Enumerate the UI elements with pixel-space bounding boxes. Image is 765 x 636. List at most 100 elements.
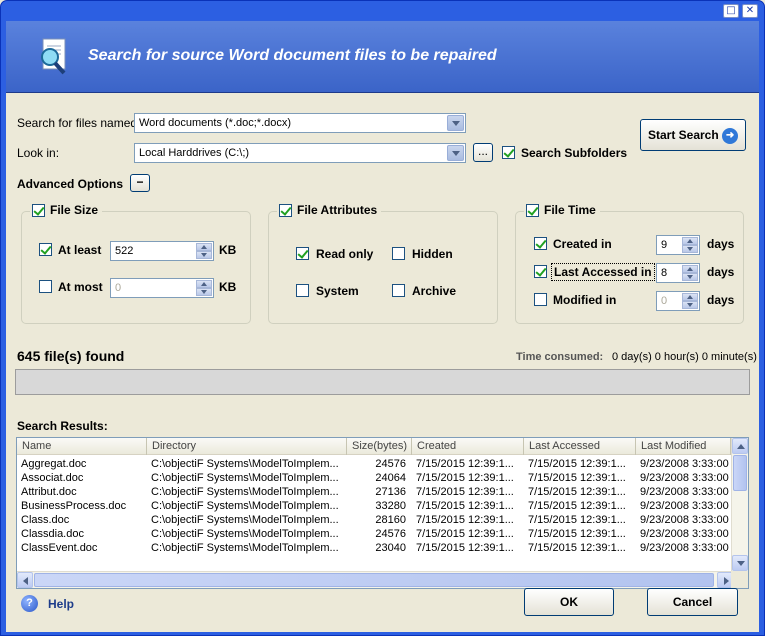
table-row[interactable]: BusinessProcess.doc C:\objectiF Systems\M… [17,499,731,513]
created-checkbox[interactable] [534,237,547,250]
time-consumed-value: 0 day(s) 0 hour(s) 0 minute(s) [612,351,757,363]
spin-up-icon[interactable] [196,243,212,251]
files-named-label: Search for files named: [17,116,141,130]
start-search-button[interactable]: Start Search ➜ [640,119,746,151]
table-cell: BusinessProcess.doc [21,500,127,512]
scroll-down-icon[interactable] [732,555,748,571]
banner: Search for source Word document files to… [6,21,759,93]
accessed-checkbox[interactable] [534,265,547,278]
modified-input[interactable]: 0 [656,291,700,311]
table-cell: 7/15/2015 12:39:1... [416,528,514,540]
table-cell: 7/15/2015 12:39:1... [528,500,626,512]
files-named-combo[interactable]: Word documents (*.doc;*.docx) [134,113,466,133]
table-cell: 9/23/2008 3:33:00 [640,458,729,470]
hidden-checkbox[interactable] [392,247,405,260]
spin-up-icon[interactable] [196,280,212,288]
column-header-directory[interactable]: Directory [147,438,347,455]
at-least-input[interactable]: 522 [110,241,214,261]
accessed-unit: days [707,265,735,279]
created-input[interactable]: 9 [656,235,700,255]
system-label: System [316,284,359,298]
read-only-checkbox[interactable] [296,247,309,260]
dialog-client: Search for source Word document files to… [6,21,759,632]
scroll-left-icon[interactable] [17,572,33,588]
spin-down-icon[interactable] [682,301,698,309]
archive-checkbox[interactable] [392,284,405,297]
table-cell: C:\objectiF Systems\ModelToImplem... [151,542,339,554]
column-header-name[interactable]: Name [17,438,147,455]
at-most-checkbox[interactable] [39,280,52,293]
at-least-label: At least [58,243,102,257]
table-cell: 7/15/2015 12:39:1... [528,514,626,526]
file-attributes-group: File Attributes Read only Hidden System … [268,203,498,324]
file-size-group: File Size At least 522 KB At most 0 KB [21,203,251,324]
vertical-scrollbar[interactable] [731,438,748,571]
table-row[interactable]: Class.doc C:\objectiF Systems\ModelToImpl… [17,513,731,527]
table-cell: 7/15/2015 12:39:1... [416,486,514,498]
system-checkbox[interactable] [296,284,309,297]
at-most-label: At most [58,280,103,294]
horizontal-scroll-thumb[interactable] [34,573,714,587]
modified-checkbox[interactable] [534,293,547,306]
table-cell: C:\objectiF Systems\ModelToImplem... [151,486,339,498]
results-rows: Aggregat.doc C:\objectiF Systems\ModelToI… [17,457,731,555]
advanced-options-label: Advanced Options [17,177,124,191]
table-cell: 7/15/2015 12:39:1... [416,514,514,526]
table-cell: 9/23/2008 3:33:00 [640,514,729,526]
table-cell: 28160 [375,514,406,526]
scroll-up-icon[interactable] [732,438,748,454]
spin-down-icon[interactable] [196,251,212,259]
table-cell: 7/15/2015 12:39:1... [528,528,626,540]
accessed-value: 8 [661,267,668,279]
table-cell: 24576 [375,528,406,540]
modified-value: 0 [661,295,668,307]
table-row[interactable]: Attribut.doc C:\objectiF Systems\ModelToI… [17,485,731,499]
close-button[interactable]: ✕ [742,4,758,18]
spin-down-icon[interactable] [682,245,698,253]
table-cell: 24064 [375,472,406,484]
spin-up-icon[interactable] [682,237,698,245]
chevron-down-icon[interactable] [447,145,464,161]
column-header-last-accessed[interactable]: Last Accessed [524,438,636,455]
spin-down-icon[interactable] [196,288,212,296]
results-table[interactable]: Name Directory Size(bytes) Created Last … [16,437,749,589]
accessed-input[interactable]: 8 [656,263,700,283]
table-row[interactable]: Aggregat.doc C:\objectiF Systems\ModelToI… [17,457,731,471]
browse-button[interactable]: ... [473,143,493,162]
table-row[interactable]: ClassEvent.doc C:\objectiF Systems\ModelT… [17,541,731,555]
subfolders-checkbox[interactable] [502,146,515,159]
table-cell: 7/15/2015 12:39:1... [528,542,626,554]
look-in-combo[interactable]: Local Harddrives (C:\;) [134,143,466,163]
horizontal-scrollbar[interactable] [17,571,733,588]
spin-down-icon[interactable] [682,273,698,281]
ok-button[interactable]: OK [524,588,614,616]
table-cell: 7/15/2015 12:39:1... [416,542,514,554]
column-header-created[interactable]: Created [412,438,524,455]
table-cell: ClassEvent.doc [21,542,98,554]
table-cell: 33280 [375,500,406,512]
spin-up-icon[interactable] [682,265,698,273]
advanced-options-toggle[interactable]: − [130,174,150,192]
hidden-label: Hidden [412,247,453,261]
at-least-checkbox[interactable] [39,243,52,256]
modified-label: Modified in [553,293,617,307]
help-icon[interactable]: ? [21,595,38,612]
search-results-label: Search Results: [17,419,108,433]
created-value: 9 [661,239,668,251]
table-row[interactable]: Associat.doc C:\objectiF Systems\ModelToI… [17,471,731,485]
results-header: Name Directory Size(bytes) Created Last … [17,438,731,455]
at-most-input[interactable]: 0 [110,278,214,298]
file-attributes-checkbox[interactable] [279,203,292,217]
maximize-button[interactable]: □ [723,4,739,18]
column-header-size[interactable]: Size(bytes) [347,438,412,455]
file-time-checkbox[interactable] [526,203,539,217]
help-link[interactable]: Help [48,597,74,611]
file-size-checkbox[interactable] [32,203,45,217]
file-size-title: File Size [50,203,99,217]
table-row[interactable]: Classdia.doc C:\objectiF Systems\ModelToI… [17,527,731,541]
column-header-last-modified[interactable]: Last Modified [636,438,731,455]
cancel-button[interactable]: Cancel [647,588,738,616]
chevron-down-icon[interactable] [447,115,464,131]
spin-up-icon[interactable] [682,293,698,301]
vertical-scroll-thumb[interactable] [733,455,747,491]
